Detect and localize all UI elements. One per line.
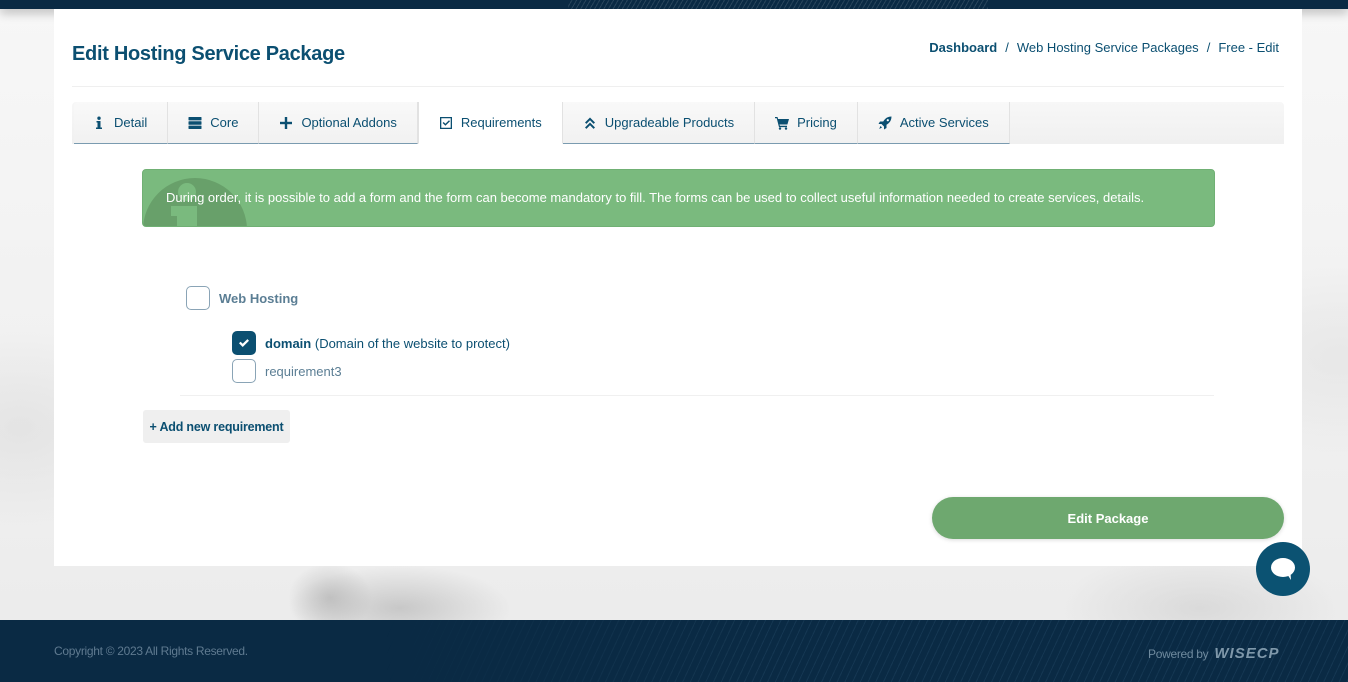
group-divider — [180, 395, 1214, 396]
content-card: Edit Hosting Service Package Dashboard /… — [54, 9, 1302, 566]
info-icon — [92, 116, 106, 130]
requirement-item: domain (Domain of the website to protect… — [232, 331, 510, 355]
footer: Copyright © 2023 All Rights Reserved. Po… — [0, 620, 1348, 682]
alert-text: During order, it is possible to add a fo… — [166, 190, 1145, 205]
breadcrumb: Dashboard / Web Hosting Service Packages… — [929, 40, 1279, 55]
breadcrumb-current: Free - Edit — [1218, 40, 1279, 55]
top-header-bar — [0, 0, 1348, 9]
tab-label: Upgradeable Products — [604, 115, 735, 130]
breadcrumb-web-hosting-packages[interactable]: Web Hosting Service Packages — [1017, 40, 1199, 55]
tab-requirements[interactable]: Requirements — [417, 102, 563, 144]
tab-optional-addons[interactable]: Optional Addons — [259, 102, 418, 144]
check-icon — [239, 339, 249, 347]
domain-checkbox[interactable] — [232, 331, 256, 355]
plus-icon — [279, 116, 293, 130]
group-label: Web Hosting — [219, 290, 299, 306]
web-hosting-group-checkbox[interactable] — [186, 286, 210, 310]
powered-by: Powered by WISECP — [1148, 645, 1280, 662]
tab-label: Detail — [114, 115, 148, 130]
server-icon — [188, 116, 202, 130]
page-title: Edit Hosting Service Package — [72, 43, 345, 65]
tab-pricing[interactable]: Pricing — [755, 102, 858, 144]
chat-bubble-icon — [1271, 558, 1295, 580]
copyright-text: Copyright © 2023 All Rights Reserved. — [54, 644, 248, 658]
rocket-icon — [878, 116, 892, 130]
tab-label: Active Services — [899, 115, 989, 130]
title-divider — [72, 86, 1284, 87]
breadcrumb-separator: / — [1206, 40, 1211, 55]
breadcrumb-separator: / — [1005, 40, 1009, 55]
header-wave-pattern — [568, 0, 988, 9]
powered-by-label: Powered by — [1148, 646, 1209, 661]
breadcrumb-dashboard[interactable]: Dashboard — [929, 40, 997, 55]
tabs-bar: Detail Core Optional Addons Requirements… — [72, 102, 1284, 144]
tab-core[interactable]: Core — [168, 102, 260, 144]
info-alert: During order, it is possible to add a fo… — [142, 169, 1215, 227]
double-chevron-up-icon — [583, 116, 597, 130]
checkbox-icon — [439, 116, 453, 130]
requirement-name: domain — [265, 335, 312, 351]
requirement-item: requirement3 — [232, 359, 342, 383]
brand-logo[interactable]: WISECP — [1214, 645, 1279, 662]
tab-label: Requirements — [460, 115, 542, 130]
tab-label: Pricing — [797, 115, 837, 130]
add-requirement-button[interactable]: + Add new requirement — [143, 410, 290, 443]
tab-upgradeable-products[interactable]: Upgradeable Products — [562, 102, 756, 144]
tab-label: Optional Addons — [301, 115, 397, 130]
tab-label: Core — [210, 115, 239, 130]
requirement3-checkbox[interactable] — [232, 359, 256, 383]
requirement-description: (Domain of the website to protect) — [314, 335, 510, 351]
requirement-name: requirement3 — [265, 363, 342, 379]
tab-detail[interactable]: Detail — [74, 102, 169, 144]
edit-package-button[interactable]: Edit Package — [932, 497, 1284, 539]
cart-icon — [775, 116, 790, 130]
tab-active-services[interactable]: Active Services — [857, 102, 1010, 144]
requirement-group-header: Web Hosting — [186, 286, 298, 310]
live-chat-button[interactable] — [1256, 542, 1310, 596]
